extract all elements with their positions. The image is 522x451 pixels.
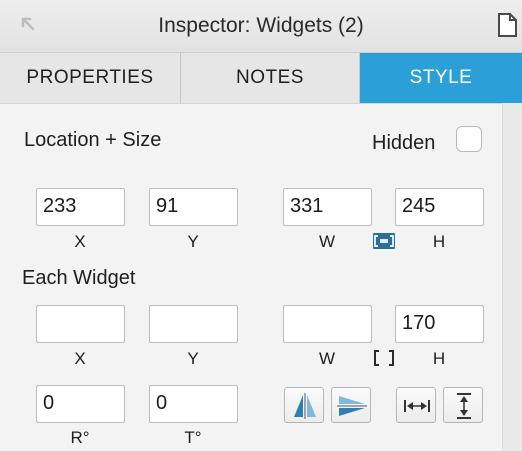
tab-style[interactable]: STYLE (360, 53, 522, 103)
title-bar: Inspector: Widgets (2) (0, 0, 522, 53)
widget-h-label: H (432, 349, 446, 368)
tab-properties[interactable]: PROPERTIES (0, 53, 181, 103)
distribute-vertical-button[interactable] (443, 387, 483, 423)
widget-w-label: W (318, 349, 336, 368)
location-x-label: X (74, 232, 86, 251)
hidden-checkbox[interactable] (456, 126, 482, 152)
flip-horizontal-button[interactable] (284, 387, 324, 423)
document-icon[interactable] (496, 12, 520, 38)
tilt-label: T° (184, 428, 202, 447)
hidden-label: Hidden (372, 132, 436, 154)
tab-notes[interactable]: NOTES (181, 53, 360, 103)
widget-x-field[interactable] (36, 305, 125, 343)
rotation-field[interactable]: 0 (36, 385, 125, 423)
widget-h-field[interactable]: 170 (395, 305, 484, 343)
size-h-label: H (432, 232, 446, 251)
location-y-field[interactable]: 91 (149, 188, 238, 226)
window-title: Inspector: Widgets (2) (158, 14, 364, 37)
size-w-field[interactable]: 331 (283, 188, 372, 226)
size-h-field[interactable]: 245 (395, 188, 484, 226)
aspect-unlock-icon[interactable] (372, 348, 396, 368)
distribute-horizontal-button[interactable] (396, 387, 436, 423)
size-w-label: W (318, 232, 336, 251)
widget-y-field[interactable] (149, 305, 238, 343)
aspect-lock-icon[interactable] (372, 231, 396, 251)
location-y-label: Y (187, 232, 199, 251)
widget-x-label: X (74, 349, 86, 368)
widget-y-label: Y (187, 349, 199, 368)
tilt-field[interactable]: 0 (149, 385, 238, 423)
scrollbar[interactable] (502, 103, 522, 450)
each-widget-heading: Each Widget (22, 267, 136, 289)
location-x-field[interactable]: 233 (36, 188, 125, 226)
tab-bar: PROPERTIES NOTES STYLE (0, 53, 522, 103)
location-size-heading: Location + Size (24, 129, 162, 151)
rotation-label: R° (70, 428, 90, 447)
widget-w-field[interactable] (283, 305, 372, 343)
flip-vertical-button[interactable] (331, 387, 371, 423)
